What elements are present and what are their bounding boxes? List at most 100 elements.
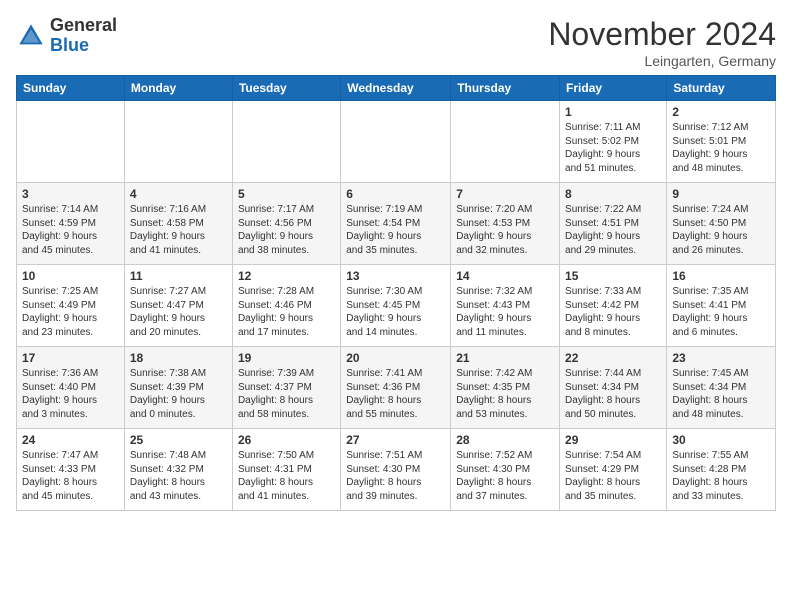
day-number: 5	[238, 187, 335, 201]
calendar-week-3: 10Sunrise: 7:25 AM Sunset: 4:49 PM Dayli…	[17, 265, 776, 347]
calendar-week-5: 24 Sunrise: 7:47 AM Sunset: 4:33 PM Dayli…	[17, 429, 776, 511]
calendar-week-4: 17 Sunrise: 7:36 AM Sunset: 4:40 PM Dayli…	[17, 347, 776, 429]
cell-content: Sunrise: 7:45 AM Sunset: 4:34 PM Dayligh…	[672, 367, 770, 421]
cell-content: Sunrise: 7:41 AM Sunset: 4:36 PM Dayligh…	[346, 367, 445, 421]
calendar-cell	[451, 101, 560, 183]
calendar-cell	[341, 101, 451, 183]
weekday-header-wednesday: Wednesday	[341, 76, 451, 101]
calendar-cell: 14Sunrise: 7:32 AM Sunset: 4:43 PM Dayli…	[451, 265, 560, 347]
cell-content: Sunrise: 7:28 AM Sunset: 4:46 PM Dayligh…	[238, 285, 335, 339]
calendar-cell: 22 Sunrise: 7:44 AM Sunset: 4:34 PM Dayli…	[560, 347, 667, 429]
calendar-cell: 13Sunrise: 7:30 AM Sunset: 4:45 PM Dayli…	[341, 265, 451, 347]
calendar-week-2: 3 Sunrise: 7:14 AM Sunset: 4:59 PM Daylig…	[17, 183, 776, 265]
logo-blue: Blue	[50, 36, 117, 56]
day-number: 9	[672, 187, 770, 201]
day-number: 6	[346, 187, 445, 201]
logo-icon	[16, 21, 46, 51]
day-number: 2	[672, 105, 770, 119]
day-number: 12	[238, 269, 335, 283]
calendar-cell: 17 Sunrise: 7:36 AM Sunset: 4:40 PM Dayli…	[17, 347, 125, 429]
cell-content: Sunrise: 7:14 AM Sunset: 4:59 PM Dayligh…	[22, 203, 119, 257]
day-number: 15	[565, 269, 661, 283]
calendar-cell: 7 Sunrise: 7:20 AM Sunset: 4:53 PM Daylig…	[451, 183, 560, 265]
day-number: 4	[130, 187, 227, 201]
day-number: 11	[130, 269, 227, 283]
day-number: 21	[456, 351, 554, 365]
day-number: 30	[672, 433, 770, 447]
cell-content: Sunrise: 7:33 AM Sunset: 4:42 PM Dayligh…	[565, 285, 661, 339]
cell-content: Sunrise: 7:54 AM Sunset: 4:29 PM Dayligh…	[565, 449, 661, 503]
day-number: 24	[22, 433, 119, 447]
day-number: 7	[456, 187, 554, 201]
month-title: November 2024	[548, 16, 776, 53]
cell-content: Sunrise: 7:24 AM Sunset: 4:50 PM Dayligh…	[672, 203, 770, 257]
day-number: 23	[672, 351, 770, 365]
calendar-cell: 20 Sunrise: 7:41 AM Sunset: 4:36 PM Dayli…	[341, 347, 451, 429]
calendar-cell: 21 Sunrise: 7:42 AM Sunset: 4:35 PM Dayli…	[451, 347, 560, 429]
cell-content: Sunrise: 7:19 AM Sunset: 4:54 PM Dayligh…	[346, 203, 445, 257]
cell-content: Sunrise: 7:51 AM Sunset: 4:30 PM Dayligh…	[346, 449, 445, 503]
weekday-header-sunday: Sunday	[17, 76, 125, 101]
cell-content: Sunrise: 7:55 AM Sunset: 4:28 PM Dayligh…	[672, 449, 770, 503]
cell-content: Sunrise: 7:42 AM Sunset: 4:35 PM Dayligh…	[456, 367, 554, 421]
cell-content: Sunrise: 7:50 AM Sunset: 4:31 PM Dayligh…	[238, 449, 335, 503]
cell-content: Sunrise: 7:48 AM Sunset: 4:32 PM Dayligh…	[130, 449, 227, 503]
title-area: November 2024 Leingarten, Germany	[548, 16, 776, 69]
cell-content: Sunrise: 7:36 AM Sunset: 4:40 PM Dayligh…	[22, 367, 119, 421]
cell-content: Sunrise: 7:20 AM Sunset: 4:53 PM Dayligh…	[456, 203, 554, 257]
cell-content: Sunrise: 7:22 AM Sunset: 4:51 PM Dayligh…	[565, 203, 661, 257]
day-number: 1	[565, 105, 661, 119]
day-number: 18	[130, 351, 227, 365]
cell-content: Sunrise: 7:16 AM Sunset: 4:58 PM Dayligh…	[130, 203, 227, 257]
day-number: 22	[565, 351, 661, 365]
cell-content: Sunrise: 7:47 AM Sunset: 4:33 PM Dayligh…	[22, 449, 119, 503]
cell-content: Sunrise: 7:35 AM Sunset: 4:41 PM Dayligh…	[672, 285, 770, 339]
day-number: 8	[565, 187, 661, 201]
calendar-cell: 28 Sunrise: 7:52 AM Sunset: 4:30 PM Dayli…	[451, 429, 560, 511]
calendar-cell: 18Sunrise: 7:38 AM Sunset: 4:39 PM Dayli…	[124, 347, 232, 429]
cell-content: Sunrise: 7:39 AM Sunset: 4:37 PM Dayligh…	[238, 367, 335, 421]
logo: General Blue	[16, 16, 117, 56]
calendar-cell: 15 Sunrise: 7:33 AM Sunset: 4:42 PM Dayli…	[560, 265, 667, 347]
calendar-cell: 5 Sunrise: 7:17 AM Sunset: 4:56 PM Daylig…	[232, 183, 340, 265]
day-number: 25	[130, 433, 227, 447]
calendar-cell: 2 Sunrise: 7:12 AM Sunset: 5:01 PM Daylig…	[667, 101, 776, 183]
cell-content: Sunrise: 7:52 AM Sunset: 4:30 PM Dayligh…	[456, 449, 554, 503]
calendar-cell	[124, 101, 232, 183]
weekday-header-monday: Monday	[124, 76, 232, 101]
weekday-header-thursday: Thursday	[451, 76, 560, 101]
calendar-cell: 25 Sunrise: 7:48 AM Sunset: 4:32 PM Dayli…	[124, 429, 232, 511]
cell-content: Sunrise: 7:11 AM Sunset: 5:02 PM Dayligh…	[565, 121, 661, 175]
calendar-cell: 11Sunrise: 7:27 AM Sunset: 4:47 PM Dayli…	[124, 265, 232, 347]
calendar-cell: 4 Sunrise: 7:16 AM Sunset: 4:58 PM Daylig…	[124, 183, 232, 265]
cell-content: Sunrise: 7:44 AM Sunset: 4:34 PM Dayligh…	[565, 367, 661, 421]
calendar-cell: 29 Sunrise: 7:54 AM Sunset: 4:29 PM Dayli…	[560, 429, 667, 511]
page-container: General Blue November 2024 Leingarten, G…	[0, 0, 792, 519]
day-number: 3	[22, 187, 119, 201]
calendar-cell: 12 Sunrise: 7:28 AM Sunset: 4:46 PM Dayli…	[232, 265, 340, 347]
weekday-header-friday: Friday	[560, 76, 667, 101]
calendar-body: 1 Sunrise: 7:11 AM Sunset: 5:02 PM Daylig…	[17, 101, 776, 511]
day-number: 14	[456, 269, 554, 283]
calendar-cell: 1 Sunrise: 7:11 AM Sunset: 5:02 PM Daylig…	[560, 101, 667, 183]
calendar-cell: 27Sunrise: 7:51 AM Sunset: 4:30 PM Dayli…	[341, 429, 451, 511]
calendar-cell: 24 Sunrise: 7:47 AM Sunset: 4:33 PM Dayli…	[17, 429, 125, 511]
calendar-cell	[232, 101, 340, 183]
day-number: 29	[565, 433, 661, 447]
location: Leingarten, Germany	[548, 53, 776, 69]
calendar-cell: 9 Sunrise: 7:24 AM Sunset: 4:50 PM Daylig…	[667, 183, 776, 265]
calendar-cell	[17, 101, 125, 183]
day-number: 28	[456, 433, 554, 447]
day-number: 10	[22, 269, 119, 283]
calendar-cell: 19Sunrise: 7:39 AM Sunset: 4:37 PM Dayli…	[232, 347, 340, 429]
calendar-cell: 16Sunrise: 7:35 AM Sunset: 4:41 PM Dayli…	[667, 265, 776, 347]
calendar-cell: 6 Sunrise: 7:19 AM Sunset: 4:54 PM Daylig…	[341, 183, 451, 265]
calendar-cell: 23 Sunrise: 7:45 AM Sunset: 4:34 PM Dayli…	[667, 347, 776, 429]
cell-content: Sunrise: 7:17 AM Sunset: 4:56 PM Dayligh…	[238, 203, 335, 257]
cell-content: Sunrise: 7:12 AM Sunset: 5:01 PM Dayligh…	[672, 121, 770, 175]
day-number: 17	[22, 351, 119, 365]
day-number: 20	[346, 351, 445, 365]
calendar-cell: 10Sunrise: 7:25 AM Sunset: 4:49 PM Dayli…	[17, 265, 125, 347]
calendar-header: SundayMondayTuesdayWednesdayThursdayFrid…	[17, 76, 776, 101]
day-number: 13	[346, 269, 445, 283]
